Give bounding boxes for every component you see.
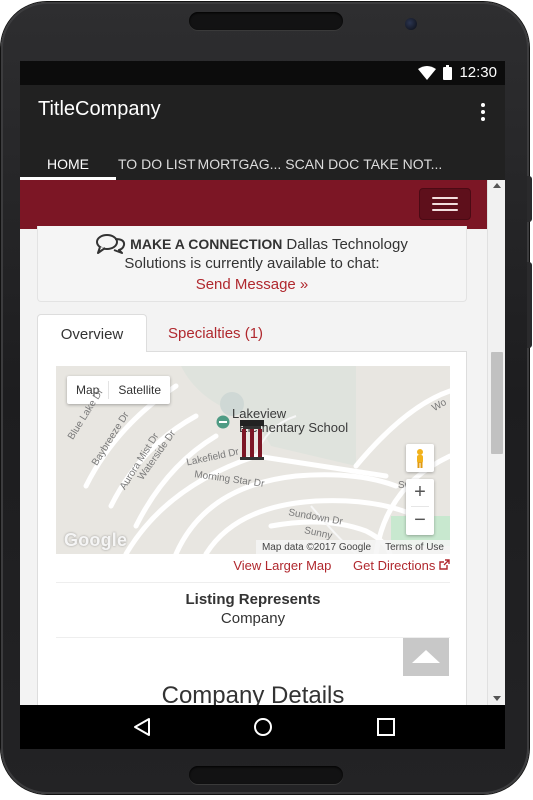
- listing-value: Company: [220, 610, 286, 627]
- app-title: TitleCompany: [38, 98, 161, 120]
- get-directions-link[interactable]: Get Directions: [353, 558, 450, 573]
- content-tab-nav: Overview Specialties (1): [37, 314, 467, 353]
- tab-take-note[interactable]: TAKE NOT...: [363, 147, 442, 180]
- tab-overview[interactable]: Overview: [37, 314, 147, 353]
- system-nav-bar: [20, 705, 505, 749]
- external-link-icon: [439, 558, 450, 573]
- top-speaker: [189, 12, 343, 30]
- volume-button[interactable]: [527, 262, 532, 348]
- zoom-out-button[interactable]: −: [406, 507, 434, 534]
- nav-home-icon[interactable]: [253, 717, 273, 742]
- app-tab-strip: HOME TO DO LIST MORTGAG... SCAN DOC TAKE…: [20, 147, 505, 180]
- map-data-text: Map data ©2017 Google: [261, 541, 372, 553]
- app-bar: TitleCompany HOME TO DO LIST MORTGAG... …: [20, 85, 505, 180]
- scrollbar[interactable]: [487, 180, 505, 705]
- connect-box: MAKE A CONNECTION Dallas Technology Solu…: [37, 226, 467, 302]
- map-type-satellite[interactable]: Satellite: [109, 376, 170, 404]
- hamburger-icon[interactable]: [419, 188, 471, 220]
- device-screen: 12:30 TitleCompany HOME TO DO LIST MORTG…: [20, 61, 505, 705]
- connect-heading: MAKE A CONNECTION: [130, 235, 283, 252]
- tab-home[interactable]: HOME: [20, 147, 116, 180]
- power-button[interactable]: [527, 176, 532, 222]
- battery-icon: [443, 65, 453, 80]
- listing-represents: Listing Represents Company: [56, 582, 450, 638]
- scroll-down-arrow[interactable]: [493, 696, 501, 701]
- webview: MAKE A CONNECTION Dallas Technology Solu…: [20, 180, 487, 705]
- map[interactable]: Map Satellite Lakeview Elementary School…: [56, 366, 450, 554]
- zoom-control: + −: [406, 479, 434, 535]
- company-details-heading: Company Details: [161, 682, 345, 705]
- get-directions-label: Get Directions: [353, 558, 436, 573]
- tab-mortgage[interactable]: MORTGAG...: [198, 147, 282, 180]
- wifi-icon: [418, 65, 437, 80]
- listing-label: Listing Represents: [185, 591, 321, 608]
- view-larger-map-link[interactable]: View Larger Map: [233, 558, 331, 573]
- place-label-line1: Lakeview: [232, 406, 287, 421]
- tab-specialties[interactable]: Specialties (1): [168, 325, 263, 342]
- pegman-icon[interactable]: [406, 444, 434, 472]
- map-type-control: Map Satellite: [67, 376, 171, 404]
- zoom-in-button[interactable]: +: [406, 479, 434, 506]
- connect-text-2: Solutions is currently available to chat…: [124, 255, 380, 272]
- status-bar: 12:30: [20, 61, 505, 85]
- tab-scan-doc[interactable]: SCAN DOC: [285, 147, 359, 180]
- bottom-speaker: [189, 766, 343, 784]
- terms-of-use-link[interactable]: Terms of Use: [385, 542, 444, 553]
- scroll-up-arrow[interactable]: [493, 183, 501, 188]
- map-attribution: Map data ©2017 Google Terms of Use: [255, 540, 450, 554]
- map-links: View Larger Map Get Directions: [56, 558, 450, 578]
- scroll-thumb[interactable]: [491, 352, 503, 454]
- tab-to-do-list[interactable]: TO DO LIST: [118, 147, 196, 180]
- overflow-menu-icon[interactable]: [473, 100, 493, 124]
- status-time: 12:30: [459, 64, 497, 81]
- send-message-link[interactable]: Send Message »: [196, 275, 309, 294]
- nav-recents-icon[interactable]: [376, 717, 396, 742]
- back-to-top-icon[interactable]: [403, 638, 449, 676]
- google-logo: Google: [64, 530, 128, 550]
- site-header: [20, 180, 487, 229]
- chat-icon: [96, 234, 126, 254]
- connect-text-1: Dallas Technology: [286, 235, 408, 253]
- front-camera: [405, 18, 417, 30]
- nav-back-icon[interactable]: [132, 717, 152, 742]
